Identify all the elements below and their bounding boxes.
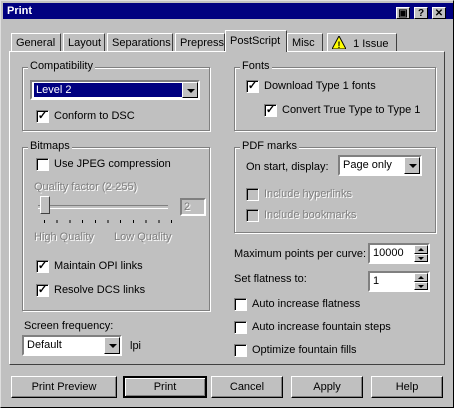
tab-issues[interactable]: ! 1 Issue: [327, 33, 397, 51]
flatness-value: 1: [373, 275, 380, 287]
spin-down-icon[interactable]: [414, 281, 428, 290]
compatibility-label: Compatibility: [28, 60, 95, 72]
compatibility-level-select[interactable]: Level 2: [30, 80, 200, 100]
chevron-down-icon[interactable]: [104, 337, 120, 354]
fonts-group: [234, 67, 436, 131]
conform-dsc-label: Conform to DSC: [54, 110, 135, 122]
auto-flatness-checkbox[interactable]: [234, 298, 247, 311]
jpeg-label: Use JPEG compression: [54, 158, 171, 170]
convert-truetype-checkbox[interactable]: ✓: [264, 104, 277, 117]
optimize-fountain-label: Optimize fountain fills: [252, 344, 357, 356]
include-hyperlinks-checkbox[interactable]: [246, 188, 259, 201]
maintain-opi-label: Maintain OPI links: [54, 260, 143, 272]
auto-fountain-checkbox[interactable]: [234, 321, 247, 334]
title-bar: Print ▣ ? ✕: [3, 3, 453, 19]
chevron-down-icon[interactable]: [182, 82, 198, 98]
slider-ticks: [44, 220, 172, 223]
print-dialog: Print ▣ ? ✕ General Layout Separations P…: [0, 0, 454, 408]
window-title: Print: [7, 5, 33, 17]
fonts-label: Fonts: [240, 60, 272, 72]
help-icon[interactable]: ?: [414, 7, 428, 19]
on-start-value: Page only: [343, 159, 392, 171]
flatness-label: Set flatness to:: [234, 273, 307, 285]
tab-postscript[interactable]: PostScript: [225, 30, 287, 52]
warning-icon: !: [331, 34, 347, 50]
include-hyperlinks-label: Include hyperlinks: [264, 188, 353, 200]
spin-up-icon[interactable]: [414, 245, 428, 254]
maintain-opi-checkbox[interactable]: ✓: [36, 260, 49, 273]
postscript-panel: Compatibility Level 2 ✓ Conform to DSC F…: [9, 51, 445, 365]
print-button[interactable]: Print: [123, 376, 207, 398]
context-help-icon[interactable]: ▣: [396, 7, 410, 19]
max-points-label: Maximum points per curve:: [234, 248, 367, 260]
screen-frequency-select[interactable]: Default: [22, 335, 122, 356]
pdf-marks-label: PDF marks: [240, 140, 299, 152]
low-quality-label: Low Quality: [114, 231, 172, 243]
include-bookmarks-checkbox[interactable]: [246, 209, 259, 222]
quality-value-field[interactable]: 2: [180, 198, 206, 216]
svg-text:!: !: [338, 40, 341, 49]
max-points-spinner[interactable]: 10000: [368, 243, 430, 264]
quality-factor-label: Quality factor (2-255): [34, 181, 138, 193]
download-type1-label: Download Type 1 fonts: [264, 80, 376, 92]
on-start-select[interactable]: Page only: [338, 155, 422, 176]
help-button[interactable]: Help: [371, 376, 443, 398]
tab-prepress[interactable]: Prepress: [175, 33, 225, 51]
conform-dsc-checkbox[interactable]: ✓: [36, 110, 49, 123]
tab-general[interactable]: General: [11, 33, 61, 51]
download-type1-checkbox[interactable]: ✓: [246, 80, 259, 93]
flatness-spinner[interactable]: 1: [368, 271, 430, 292]
tab-misc[interactable]: Misc: [287, 33, 323, 51]
resolve-dcs-label: Resolve DCS links: [54, 284, 146, 296]
on-start-label: On start, display:: [246, 161, 329, 173]
resolve-dcs-checkbox[interactable]: ✓: [36, 284, 49, 297]
jpeg-checkbox[interactable]: [36, 158, 49, 171]
auto-flatness-label: Auto increase flatness: [252, 298, 361, 310]
close-icon[interactable]: ✕: [432, 7, 446, 19]
tab-separations[interactable]: Separations: [107, 33, 173, 51]
optimize-fountain-checkbox[interactable]: [234, 344, 247, 357]
convert-truetype-label: Convert True Type to Type 1: [282, 104, 421, 116]
include-bookmarks-label: Include bookmarks: [264, 209, 357, 221]
cancel-button[interactable]: Cancel: [211, 376, 283, 398]
max-points-value: 10000: [373, 247, 404, 259]
level-value: Level 2: [34, 83, 184, 97]
screen-frequency-label: Screen frequency:: [24, 320, 114, 332]
high-quality-label: High Quality: [34, 231, 94, 243]
screen-frequency-value: Default: [27, 339, 62, 351]
lpi-unit-label: lpi: [130, 340, 142, 352]
bitmaps-label: Bitmaps: [28, 140, 72, 152]
quality-slider-track: [38, 205, 168, 209]
tab-layout[interactable]: Layout: [63, 33, 105, 51]
print-preview-button[interactable]: Print Preview: [11, 376, 117, 398]
spin-down-icon[interactable]: [414, 253, 428, 262]
spin-up-icon[interactable]: [414, 273, 428, 282]
chevron-down-icon[interactable]: [404, 157, 420, 174]
auto-fountain-label: Auto increase fountain steps: [252, 321, 391, 333]
apply-button[interactable]: Apply: [291, 376, 363, 398]
quality-slider-thumb[interactable]: [40, 196, 50, 214]
